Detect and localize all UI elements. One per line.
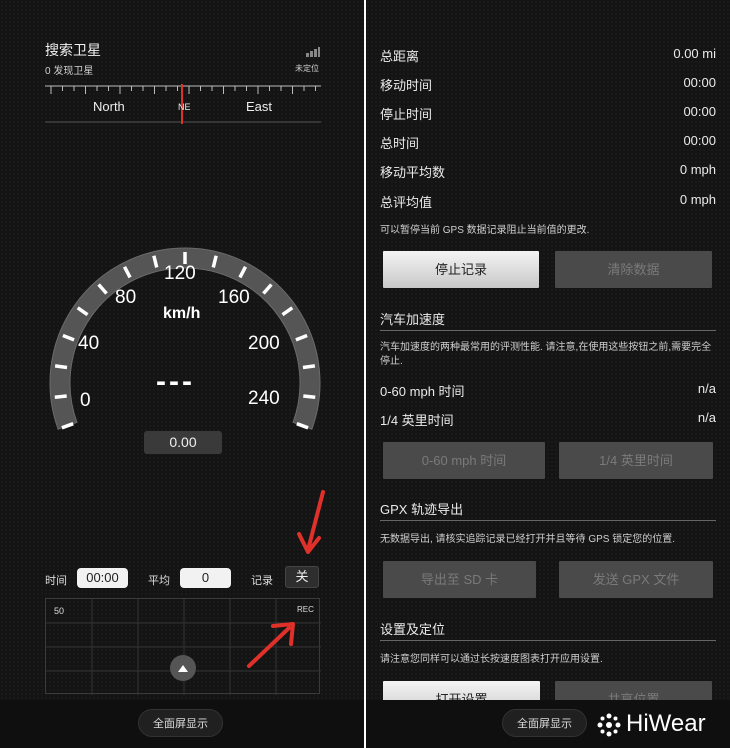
tick-label-80: 80 bbox=[115, 287, 137, 308]
odometer: 0.00 bbox=[144, 431, 222, 454]
accel-section-title: 汽车加速度 bbox=[380, 309, 716, 331]
stop-record-button[interactable]: 停止记录 bbox=[383, 251, 539, 288]
fullscreen-button[interactable]: 全面屏显示 bbox=[502, 709, 587, 737]
zero-sixty-value: n/a bbox=[697, 381, 716, 396]
hiwear-logo-icon bbox=[596, 712, 622, 743]
graph-y-max: 50 bbox=[54, 606, 65, 616]
red-arrow-annotation bbox=[297, 490, 331, 565]
fullscreen-button[interactable]: 全面屏显示 bbox=[138, 709, 223, 737]
left-screen: 搜索卫星 0 发现卫星 未定位 North NE East km/h 0 40 … bbox=[0, 0, 364, 748]
dial-tick bbox=[302, 364, 316, 370]
settings-description: 请注意您同样可以通过长按速度图表打开应用设置. bbox=[380, 654, 603, 665]
stopped-time-value: 00:00 bbox=[683, 104, 716, 119]
accel-description: 汽车加速度的两种最常用的评测性能. 请注意,在使用这些按钮之前,需要完全停止. bbox=[380, 342, 712, 367]
gps-status: 未定位 bbox=[295, 64, 319, 73]
stopped-time-label: 停止时间 bbox=[380, 107, 433, 122]
rec-tag: REC bbox=[297, 605, 314, 614]
dial-tick bbox=[303, 394, 316, 400]
moving-time-label: 移动时间 bbox=[380, 78, 433, 93]
speedometer: km/h 0 40 80 120 160 200 240 --- bbox=[30, 225, 340, 445]
settings-section-title: 设置及定位 bbox=[380, 619, 716, 641]
red-arrow-annotation-2 bbox=[245, 618, 305, 675]
avg-label: 平均 bbox=[148, 575, 170, 587]
satellite-count: 0 发现卫星 bbox=[45, 66, 94, 77]
total-time-value: 00:00 bbox=[683, 133, 716, 148]
tick-label-40: 40 bbox=[78, 333, 100, 354]
compass-east: East bbox=[246, 99, 273, 114]
compass-north: North bbox=[93, 99, 125, 114]
tick-label-160: 160 bbox=[218, 287, 250, 308]
total-time-label: 总时间 bbox=[380, 136, 420, 151]
speed-unit: km/h bbox=[163, 305, 201, 322]
speed-display: --- bbox=[156, 365, 195, 398]
avg-value: 0 bbox=[180, 568, 231, 588]
rec-label: 记录 bbox=[251, 575, 273, 587]
dial-tick bbox=[54, 364, 68, 370]
total-distance-value: 0.00 mi bbox=[673, 46, 716, 61]
time-label: 时间 bbox=[45, 575, 67, 587]
signal-icon bbox=[306, 44, 320, 62]
tick-label-120: 120 bbox=[164, 263, 196, 284]
zero-sixty-button[interactable]: 0-60 mph 时间 bbox=[383, 442, 545, 479]
record-toggle[interactable]: 关 bbox=[285, 566, 319, 588]
total-distance-label: 总距离 bbox=[380, 49, 420, 64]
gpx-description: 无数据导出, 请核实追踪记录已经打开并且等待 GPS 锁定您的位置. bbox=[380, 534, 676, 545]
time-value: 00:00 bbox=[77, 568, 128, 588]
quarter-mile-label: 1/4 英里时间 bbox=[380, 413, 454, 428]
moving-average-value: 0 mph bbox=[679, 162, 716, 177]
tick-label-0: 0 bbox=[80, 390, 91, 411]
send-gpx-button[interactable]: 发送 GPX 文件 bbox=[559, 561, 713, 598]
dial-tick bbox=[54, 394, 67, 400]
zero-sixty-label: 0-60 mph 时间 bbox=[380, 384, 465, 399]
overall-average-label: 总评均值 bbox=[380, 195, 433, 210]
compass-ne: NE bbox=[178, 102, 191, 112]
quarter-mile-value: n/a bbox=[697, 410, 716, 425]
moving-time-value: 00:00 bbox=[683, 75, 716, 90]
right-screen: 总距离 0.00 mi 移动时间 00:00 停止时间 00:00 总时间 00… bbox=[366, 0, 730, 748]
tick-label-200: 200 bbox=[248, 333, 280, 354]
expand-up-icon[interactable] bbox=[170, 655, 196, 681]
quarter-mile-button[interactable]: 1/4 英里时间 bbox=[559, 442, 713, 479]
compass-strip: North NE East bbox=[45, 82, 321, 124]
overall-average-value: 0 mph bbox=[679, 192, 716, 207]
clear-data-button[interactable]: 清除数据 bbox=[555, 251, 712, 288]
gps-title: 搜索卫星 bbox=[45, 42, 101, 58]
hiwear-watermark: HiWear bbox=[626, 710, 706, 737]
moving-average-label: 移动平均数 bbox=[380, 165, 446, 180]
gpx-section-title: GPX 轨迹导出 bbox=[380, 499, 716, 521]
speedometer-dial bbox=[49, 247, 321, 430]
tick-label-240: 240 bbox=[248, 388, 280, 409]
pause-note: 可以暂停当前 GPS 数据记录阻止当前值的更改. bbox=[380, 225, 590, 236]
export-sd-button[interactable]: 导出至 SD 卡 bbox=[383, 561, 536, 598]
